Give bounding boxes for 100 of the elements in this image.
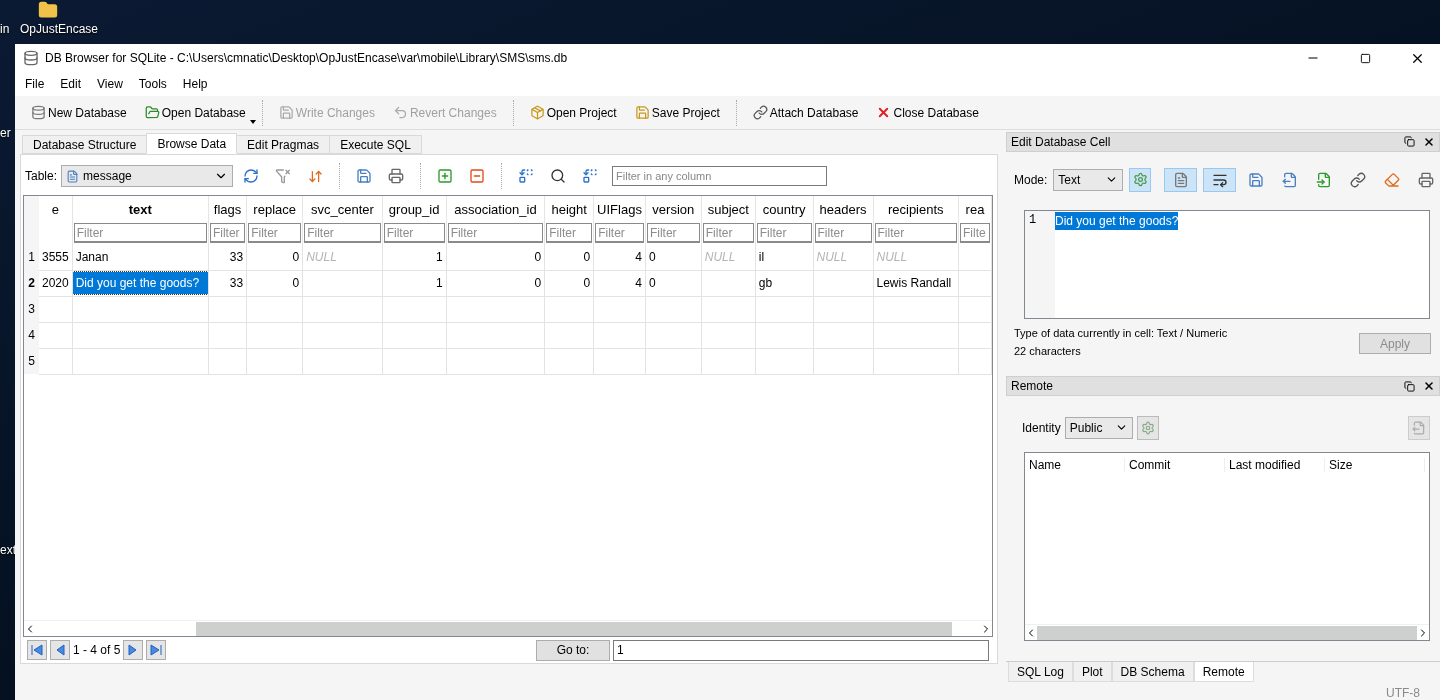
desktop-icon-label[interactable]: er — [0, 126, 11, 140]
folder-icon[interactable] — [38, 0, 58, 20]
filter-field[interactable]: Filter in any column — [612, 166, 828, 186]
menu-item[interactable]: Edit — [52, 77, 90, 91]
previous-page-button[interactable] — [50, 640, 70, 660]
table-cell[interactable]: 4 — [635, 249, 642, 264]
toolbar-button[interactable]: Open Database — [136, 101, 254, 124]
column-filter-field[interactable]: Filte — [960, 223, 990, 243]
table-cell[interactable]: 0 — [648, 276, 656, 290]
document-icon[interactable] — [1164, 167, 1197, 192]
column-filter-field[interactable]: Filter — [383, 223, 445, 243]
data-type-info: Type of data currently in cell: Text / Numeric — [1014, 327, 1229, 340]
column-filter-field[interactable]: Filter — [814, 223, 872, 243]
menu-item[interactable]: File — [17, 77, 53, 91]
table-cell[interactable]: gb — [758, 276, 773, 290]
column-filter-field[interactable]: Filter — [756, 223, 812, 243]
column-header[interactable]: text — [72, 196, 209, 222]
column-header[interactable]: UIFlags — [593, 196, 646, 222]
tab[interactable]: Remote — [1193, 662, 1254, 682]
toolbar-button[interactable]: Attach Database — [744, 101, 867, 124]
tab[interactable]: Execute SQL — [329, 135, 422, 154]
column-filter-field[interactable]: Filter — [646, 223, 700, 243]
settings-icon[interactable] — [1136, 416, 1159, 440]
column-filter-field[interactable]: Filter — [874, 223, 957, 243]
table-cell[interactable]: Did you get the goods? — [72, 272, 208, 294]
menu-item[interactable]: View — [89, 77, 131, 91]
scrollbar[interactable] — [1037, 625, 1417, 640]
column-filter-field[interactable]: Filter — [209, 223, 246, 243]
settings-icon[interactable] — [1129, 167, 1152, 192]
wrap-text-icon[interactable] — [1203, 167, 1236, 192]
column-header[interactable]: flags — [208, 196, 247, 222]
next-page-button[interactable] — [123, 640, 144, 660]
menu-item[interactable]: Help — [174, 77, 216, 91]
table-cell[interactable]: il — [758, 249, 765, 264]
table-cell[interactable]: 0 — [534, 276, 542, 290]
empty-cell[interactable] — [302, 270, 383, 296]
table-cell[interactable]: 0 — [292, 276, 300, 290]
first-page-button[interactable] — [27, 640, 47, 660]
column-header[interactable]: country — [755, 196, 813, 222]
column-header[interactable]: headers — [813, 196, 873, 222]
table-cell[interactable]: 0 — [292, 249, 300, 264]
tab[interactable]: SQL Log — [1008, 662, 1073, 682]
column-header[interactable]: group_id — [382, 196, 447, 222]
table-cell[interactable]: 2020 — [41, 276, 69, 290]
desktop-icon-label[interactable]: in — [0, 22, 10, 36]
tab[interactable]: DB Schema — [1111, 662, 1194, 682]
column-header[interactable]: svc_center — [302, 196, 383, 222]
column-filter-field[interactable]: Filter — [73, 223, 207, 243]
column-header[interactable]: Size — [1325, 457, 1425, 472]
table-cell[interactable]: 1 — [435, 276, 443, 290]
column-header[interactable]: Name — [1025, 457, 1125, 472]
table-cell[interactable]: 33 — [229, 276, 244, 290]
column-header[interactable]: height — [544, 196, 594, 222]
desktop-icon-label[interactable]: OpJustEncase — [20, 22, 99, 36]
tab[interactable]: Edit Pragmas — [236, 135, 331, 154]
table-cell[interactable]: 4 — [635, 276, 642, 290]
tab[interactable]: Browse Data — [146, 133, 238, 154]
cell-editor[interactable]: 1 Did you get the goods? — [1024, 209, 1430, 320]
table-cell[interactable]: 0 — [648, 249, 656, 264]
column-filter-field[interactable]: Filter — [248, 223, 302, 243]
table-cell[interactable]: 1 — [435, 249, 443, 264]
last-page-button[interactable] — [146, 640, 167, 660]
table-cell[interactable]: 0 — [583, 276, 591, 290]
column-filter-field[interactable]: Filter — [304, 223, 381, 243]
goto-button[interactable]: Go to: — [536, 639, 610, 661]
table-cell[interactable]: Janan — [75, 249, 109, 264]
toolbar-button[interactable]: Save Project — [626, 101, 728, 124]
empty-cell[interactable] — [958, 270, 992, 296]
column-filter-field[interactable]: Filter — [447, 223, 544, 243]
empty-cell[interactable] — [813, 270, 873, 296]
toolbar-button[interactable]: Close Database — [868, 101, 987, 124]
tab[interactable]: Plot — [1072, 662, 1112, 682]
column-header[interactable]: subject — [701, 196, 756, 222]
table-cell[interactable]: Lewis Randall — [876, 276, 952, 290]
column-header[interactable]: association_id — [446, 196, 545, 222]
tab[interactable]: Database Structure — [22, 135, 148, 154]
column-header[interactable]: replace — [246, 196, 303, 222]
table-cell[interactable]: 0 — [534, 249, 542, 264]
menu-item[interactable]: Tools — [130, 77, 175, 91]
table-cell[interactable]: 3555 — [41, 249, 69, 264]
table-cell[interactable]: 0 — [583, 249, 591, 264]
column-header[interactable]: version — [645, 196, 702, 222]
toolbar-button[interactable]: New Database — [23, 101, 135, 124]
identity-dropdown[interactable]: Public — [1064, 417, 1133, 439]
table-cell[interactable]: 33 — [229, 249, 244, 264]
table-dropdown[interactable]: message — [61, 165, 234, 187]
column-filter-field[interactable]: Filter — [702, 223, 754, 243]
column-filter-field[interactable]: Filter — [595, 223, 644, 243]
column-header[interactable]: e — [38, 196, 73, 222]
empty-cell[interactable] — [958, 244, 992, 270]
mode-dropdown[interactable]: Text — [1053, 168, 1124, 191]
desktop-icon-label[interactable]: ext — [0, 543, 16, 557]
goto-field[interactable]: 1 — [613, 639, 989, 661]
column-header[interactable]: Commit — [1125, 457, 1225, 472]
empty-cell[interactable] — [701, 270, 756, 296]
toolbar-button[interactable]: Open Project — [521, 101, 625, 124]
column-filter-field[interactable]: Filter — [546, 223, 593, 243]
column-header[interactable]: Last modified — [1225, 457, 1325, 472]
column-header[interactable]: rea — [958, 196, 992, 222]
column-header[interactable]: recipients — [873, 196, 959, 222]
